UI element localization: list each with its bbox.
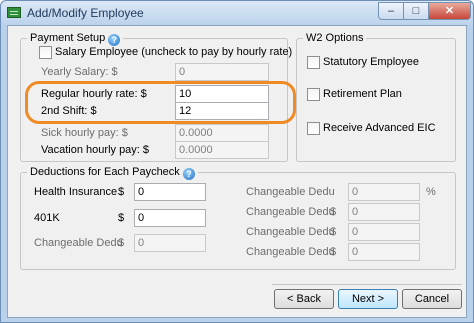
- changeable-deduction-label: Changeable Dedu: [246, 226, 335, 238]
- sick-hourly-pay-label: Sick hourly pay: $: [41, 127, 128, 139]
- changeable-deduction-label: Changeable Dedu: [246, 246, 335, 258]
- receive-advanced-eic-label: Receive Advanced EIC: [323, 122, 436, 134]
- vacation-hourly-pay-label: Vacation hourly pay: $: [41, 144, 150, 156]
- salary-employee-checkbox[interactable]: [39, 46, 52, 59]
- changeable-deduction-label: Changeable Dedu: [34, 237, 123, 249]
- 401k-currency: $: [118, 212, 125, 224]
- sick-hourly-pay-field[interactable]: [175, 124, 269, 142]
- title-bar[interactable]: Add/Modify Employee – □ ✕: [1, 1, 473, 25]
- changeable-deduction-label: Changeable Dedu: [246, 186, 335, 198]
- close-button[interactable]: ✕: [428, 2, 471, 20]
- minimize-button[interactable]: –: [378, 2, 404, 20]
- yearly-salary-field[interactable]: [175, 63, 269, 81]
- back-button[interactable]: < Back: [274, 289, 334, 309]
- retirement-plan-checkbox[interactable]: [307, 88, 320, 101]
- next-button[interactable]: Next >: [338, 289, 398, 309]
- statutory-employee-checkbox[interactable]: [307, 56, 320, 69]
- statutory-employee-label: Statutory Employee: [323, 56, 419, 68]
- deductions-legend: Deductions for Each Paycheck?: [27, 165, 198, 180]
- changeable-deduction-currency: $: [118, 237, 125, 249]
- cancel-button[interactable]: Cancel: [402, 289, 462, 309]
- retirement-plan-label: Retirement Plan: [323, 88, 402, 100]
- vacation-hourly-pay-field[interactable]: [175, 141, 269, 159]
- help-icon[interactable]: ?: [108, 34, 121, 46]
- health-insurance-currency: $: [118, 186, 125, 198]
- w2-options-legend: W2 Options: [303, 31, 367, 45]
- changeable-deduction-currency: $: [330, 206, 337, 218]
- salary-employee-label: Salary Employee (uncheck to pay by hourl…: [55, 46, 293, 58]
- percent-suffix: %: [426, 186, 436, 198]
- changeable-deduction-label: Changeable Dedu: [246, 206, 335, 218]
- changeable-deduction-field[interactable]: [348, 183, 420, 201]
- help-icon[interactable]: ?: [182, 168, 195, 180]
- changeable-deduction-currency: $: [330, 246, 337, 258]
- highlight-annotation: [25, 81, 296, 124]
- payment-setup-legend: Payment Setup?: [27, 31, 124, 46]
- receive-advanced-eic-checkbox[interactable]: [307, 122, 320, 135]
- changeable-deduction-field[interactable]: [348, 203, 420, 221]
- health-insurance-field[interactable]: [134, 183, 206, 201]
- maximize-button[interactable]: □: [403, 2, 429, 20]
- app-icon: [7, 7, 21, 18]
- changeable-deduction-field[interactable]: [134, 234, 206, 252]
- 401k-field[interactable]: [134, 209, 206, 227]
- button-separator: [272, 284, 462, 285]
- changeable-deduction-field[interactable]: [348, 243, 420, 261]
- health-insurance-label: Health Insurance: [34, 186, 118, 198]
- 401k-label: 401K: [34, 212, 60, 224]
- yearly-salary-label: Yearly Salary: $: [41, 66, 118, 78]
- changeable-deduction-currency: $: [330, 226, 337, 238]
- add-modify-employee-window: Add/Modify Employee – □ ✕ Payment Setup?…: [0, 0, 474, 323]
- window-title: Add/Modify Employee: [27, 6, 144, 20]
- dialog-body: Payment Setup? Salary Employee (uncheck …: [7, 25, 467, 318]
- changeable-deduction-field[interactable]: [348, 223, 420, 241]
